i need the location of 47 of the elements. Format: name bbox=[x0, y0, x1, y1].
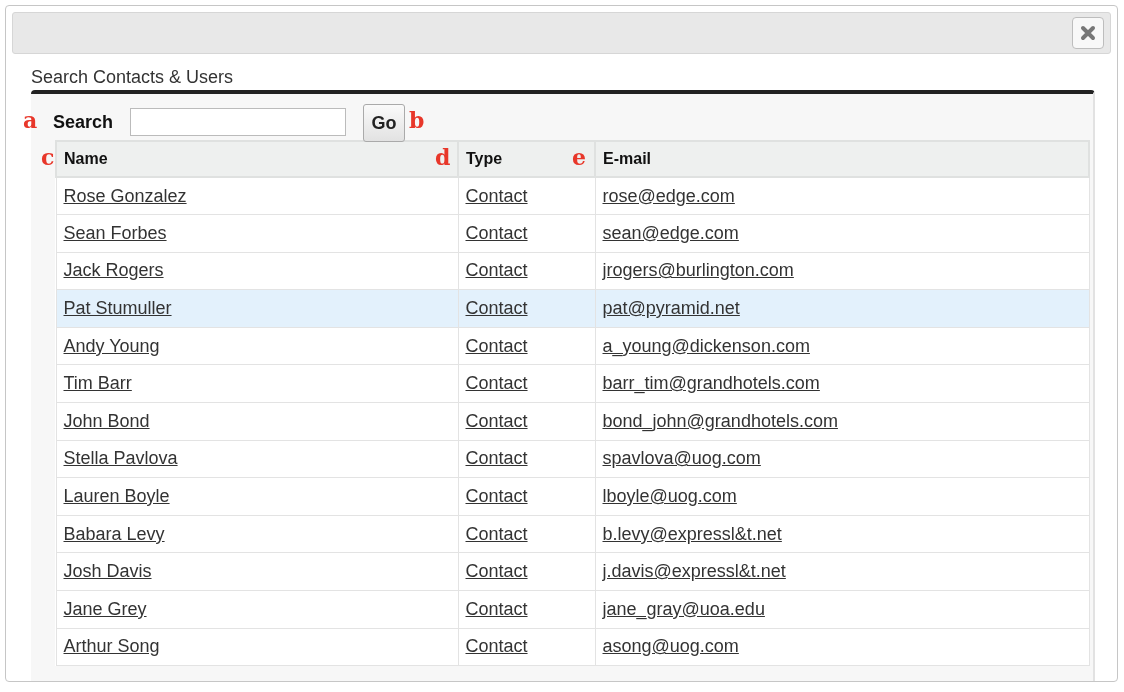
name-link[interactable]: Josh Davis bbox=[63, 561, 152, 582]
name-link[interactable]: Tim Barr bbox=[63, 373, 132, 394]
name-link[interactable]: Arthur Song bbox=[63, 636, 160, 657]
name-link[interactable]: Jane Grey bbox=[63, 598, 147, 619]
table-row[interactable]: Lauren Boyle Contact lboyle@uog.com bbox=[56, 477, 1089, 516]
callout-letter: c bbox=[41, 145, 55, 168]
table-row[interactable]: Pat Stumuller Contact pat@pyramid.net bbox=[56, 289, 1089, 328]
callout-letter: a bbox=[23, 108, 38, 131]
table-row[interactable]: Stella Pavlova Contact spavlova@uog.com bbox=[56, 440, 1089, 478]
email-link[interactable]: pat@pyramid.net bbox=[602, 298, 740, 319]
callout-letter: b bbox=[409, 108, 425, 131]
search-field[interactable] bbox=[130, 108, 347, 136]
table-row[interactable]: John Bond Contact bond_john@grandhotels.com bbox=[56, 402, 1089, 441]
column-label: E-mail bbox=[603, 150, 651, 167]
table-row[interactable]: Babara Levy Contact b.levy@expressl&t.net bbox=[56, 515, 1089, 553]
email-link[interactable]: jane_gray@uoa.edu bbox=[602, 598, 765, 619]
column-label: Name bbox=[64, 150, 108, 167]
go-button[interactable]: Go bbox=[363, 104, 406, 142]
table-row[interactable]: Rose Gonzalez Contact rose@edge.com bbox=[56, 177, 1089, 215]
table-row[interactable]: Jane Grey Contact jane_gray@uoa.edu bbox=[56, 590, 1089, 629]
name-link[interactable]: Pat Stumuller bbox=[63, 298, 172, 319]
table-row[interactable]: Andy Young Contact a_young@dickenson.com bbox=[56, 327, 1089, 365]
email-link[interactable]: spavlova@uog.com bbox=[602, 448, 761, 469]
table-row[interactable]: Sean Forbes Contact sean@edge.com bbox=[56, 214, 1089, 253]
name-link[interactable]: Lauren Boyle bbox=[63, 486, 170, 507]
name-link[interactable]: Rose Gonzalez bbox=[63, 185, 187, 206]
close-button[interactable] bbox=[1072, 17, 1104, 49]
table-row[interactable]: Tim Barr Contact barr_tim@grandhotels.com bbox=[56, 364, 1089, 403]
close-icon bbox=[1080, 25, 1096, 41]
search-label: Search bbox=[53, 111, 114, 133]
table-row[interactable]: Arthur Song Contact asong@uog.com bbox=[56, 628, 1089, 666]
email-link[interactable]: sean@edge.com bbox=[602, 222, 739, 243]
email-link[interactable]: lboyle@uog.com bbox=[602, 486, 737, 507]
dialog-title: Search Contacts & Users bbox=[31, 66, 235, 88]
name-link[interactable]: Babara Levy bbox=[63, 523, 165, 544]
callout-letter: e bbox=[572, 145, 586, 168]
name-link[interactable]: Jack Rogers bbox=[63, 260, 164, 281]
name-link[interactable]: Sean Forbes bbox=[63, 222, 167, 243]
name-link[interactable]: Andy Young bbox=[63, 335, 160, 356]
email-link[interactable]: asong@uog.com bbox=[602, 636, 739, 657]
name-link[interactable]: John Bond bbox=[63, 410, 150, 431]
email-link[interactable]: rose@edge.com bbox=[602, 185, 735, 206]
table-row[interactable]: Jack Rogers Contact jrogers@burlington.com bbox=[56, 252, 1089, 290]
table-row[interactable]: Josh Davis Contact j.davis@expressl&t.net bbox=[56, 552, 1089, 591]
name-link[interactable]: Stella Pavlova bbox=[63, 448, 178, 469]
callout-letter: d bbox=[435, 145, 451, 168]
column-label: Type bbox=[466, 150, 503, 167]
